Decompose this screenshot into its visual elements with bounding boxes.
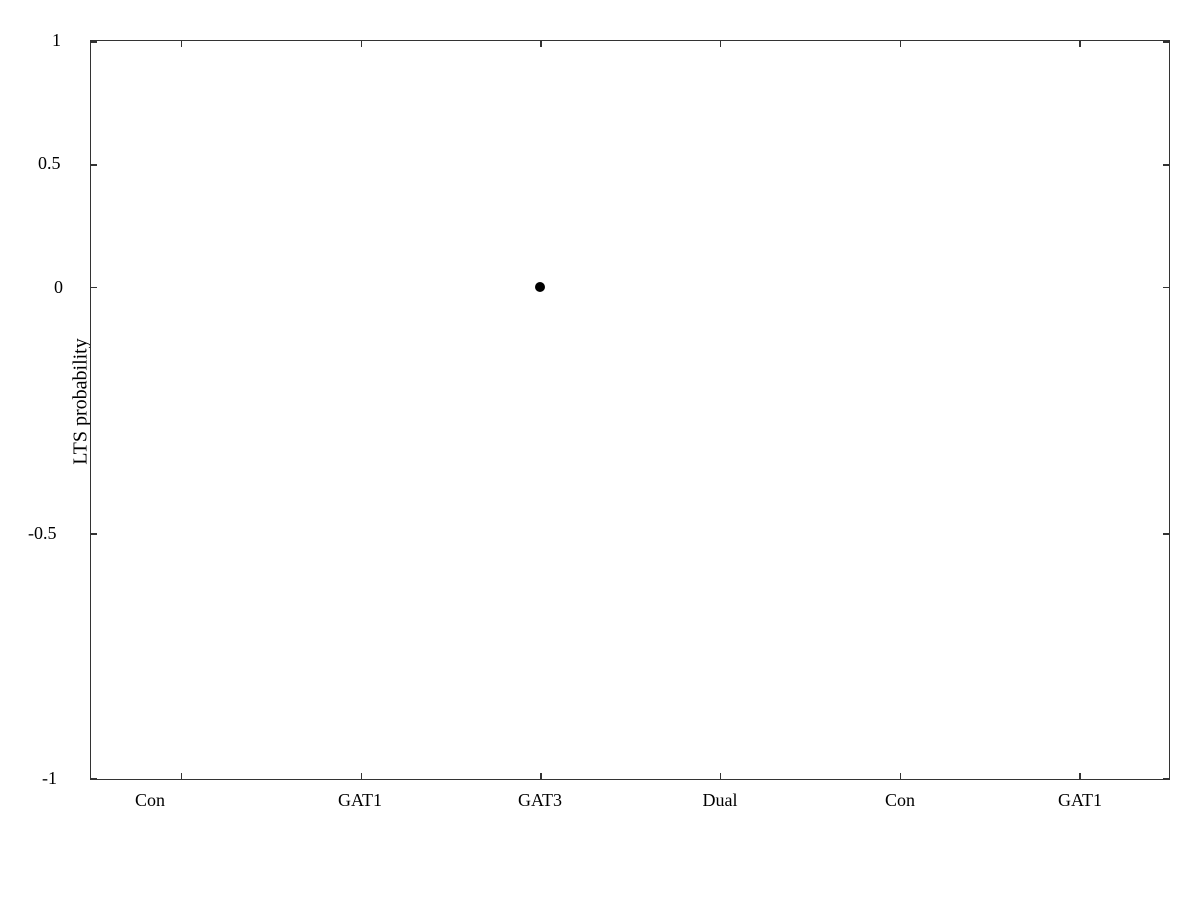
x-tick-top-gat1b xyxy=(1079,41,1081,47)
x-tick-top-gat1 xyxy=(361,41,363,47)
x-label-gat1b: GAT1 xyxy=(1020,790,1140,811)
x-tick-con2 xyxy=(900,773,902,779)
x-tick-gat1b xyxy=(1079,773,1081,779)
y-tick-n1 xyxy=(91,778,97,780)
y-tick-right-1 xyxy=(1163,41,1169,43)
x-tick-top-con1 xyxy=(181,41,183,47)
chart-area xyxy=(90,40,1170,780)
y-tick-1 xyxy=(91,41,97,43)
y-label-05: 0.5 xyxy=(38,153,61,174)
y-tick-right-05 xyxy=(1163,164,1169,166)
x-tick-gat1 xyxy=(361,773,363,779)
y-tick-right-0 xyxy=(1163,287,1169,289)
y-label-1: 1 xyxy=(52,30,61,51)
x-label-gat1: GAT1 xyxy=(300,790,420,811)
y-tick-05 xyxy=(91,164,97,166)
x-label-dual: Dual xyxy=(660,790,780,811)
chart-container: LTS probability xyxy=(0,0,1200,900)
x-tick-gat3 xyxy=(540,773,542,779)
x-label-con2: Con xyxy=(840,790,960,811)
data-point-gat3-zero xyxy=(535,282,545,292)
x-tick-top-gat3 xyxy=(540,41,542,47)
y-tick-0 xyxy=(91,287,97,289)
x-tick-con1 xyxy=(181,773,183,779)
y-label-n05: -0.5 xyxy=(28,523,57,544)
y-tick-right-n05 xyxy=(1163,533,1169,535)
x-tick-top-dual xyxy=(720,41,722,47)
x-tick-dual xyxy=(720,773,722,779)
y-label-n1: -1 xyxy=(42,768,57,789)
y-tick-right-n1 xyxy=(1163,778,1169,780)
y-tick-n05 xyxy=(91,533,97,535)
y-label-0: 0 xyxy=(54,277,63,298)
x-label-gat3: GAT3 xyxy=(480,790,600,811)
x-label-con1: Con xyxy=(90,790,210,811)
x-tick-top-con2 xyxy=(900,41,902,47)
